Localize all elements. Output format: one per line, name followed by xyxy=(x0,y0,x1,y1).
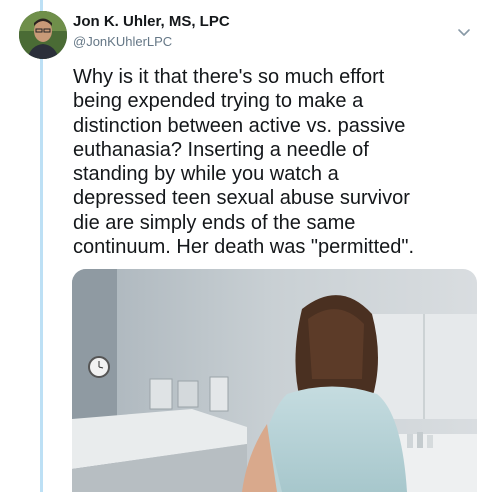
avatar[interactable] xyxy=(19,11,67,59)
tweet-text-line: distinction between active vs. passive xyxy=(73,114,406,137)
tweet-text-line: depressed teen sexual abuse survivor xyxy=(73,187,410,210)
chevron-down-icon[interactable] xyxy=(456,26,472,38)
tweet-text-line: continuum. Her death was "permitted". xyxy=(73,236,415,259)
tweet-text-line: standing by while you watch a xyxy=(73,163,339,186)
tweet-media-image[interactable] xyxy=(72,269,477,492)
tweet-text-line: Why is it that there's so much effort xyxy=(73,66,385,88)
tweet-text-line: die are simply ends of the same xyxy=(73,211,356,234)
author-handle[interactable]: @JonKUhlerLPC xyxy=(73,34,172,49)
tweet-text: Why is it that there's so much effort be… xyxy=(73,65,485,259)
tweet-text-line: being expended trying to make a xyxy=(73,90,364,113)
thread-line xyxy=(40,58,43,492)
author-name[interactable]: Jon K. Uhler, MS, LPC xyxy=(73,13,230,30)
tweet-text-line: euthanasia? Inserting a needle of xyxy=(73,138,369,161)
